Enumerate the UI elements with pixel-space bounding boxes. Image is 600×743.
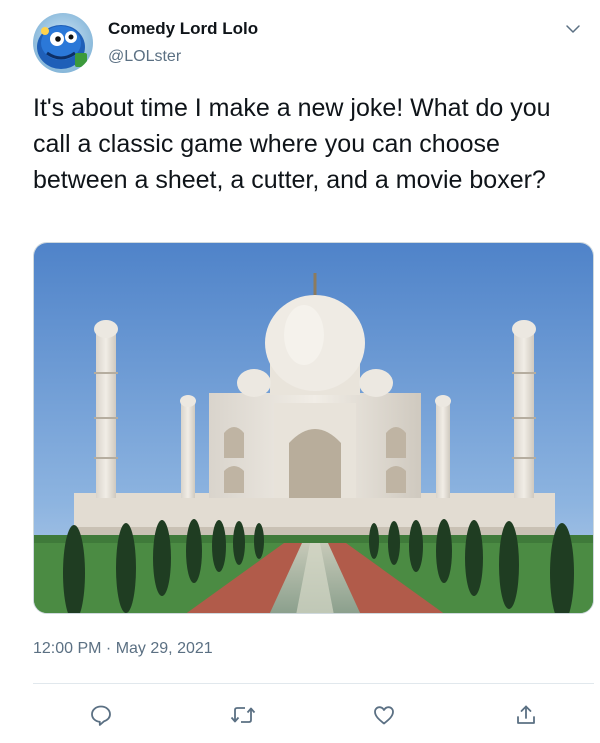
retweet-icon <box>230 707 256 723</box>
reply-icon <box>91 705 111 726</box>
share-button[interactable] <box>506 695 546 735</box>
share-icon <box>517 705 535 724</box>
heart-icon <box>374 706 394 725</box>
author-display-name[interactable]: Comedy Lord Lolo <box>108 19 258 39</box>
retweet-button[interactable] <box>223 695 263 735</box>
chevron-down-icon <box>566 25 580 33</box>
taj-mahal-photo-icon <box>34 243 593 613</box>
tweet-media-photo[interactable] <box>33 242 594 614</box>
tweet-text: It's about time I make a new joke! What … <box>33 94 558 194</box>
reply-button[interactable] <box>81 695 121 735</box>
tweet-actions-bar <box>33 695 594 735</box>
avatar-cartoon-icon <box>33 13 93 73</box>
tweet-timestamp[interactable]: 12:00 PM · May 29, 2021 <box>33 640 213 658</box>
avatar[interactable] <box>33 13 93 73</box>
like-button[interactable] <box>364 695 404 735</box>
divider <box>33 683 594 684</box>
more-options-button[interactable] <box>560 16 586 42</box>
author-handle[interactable]: @LOLster <box>108 48 181 66</box>
